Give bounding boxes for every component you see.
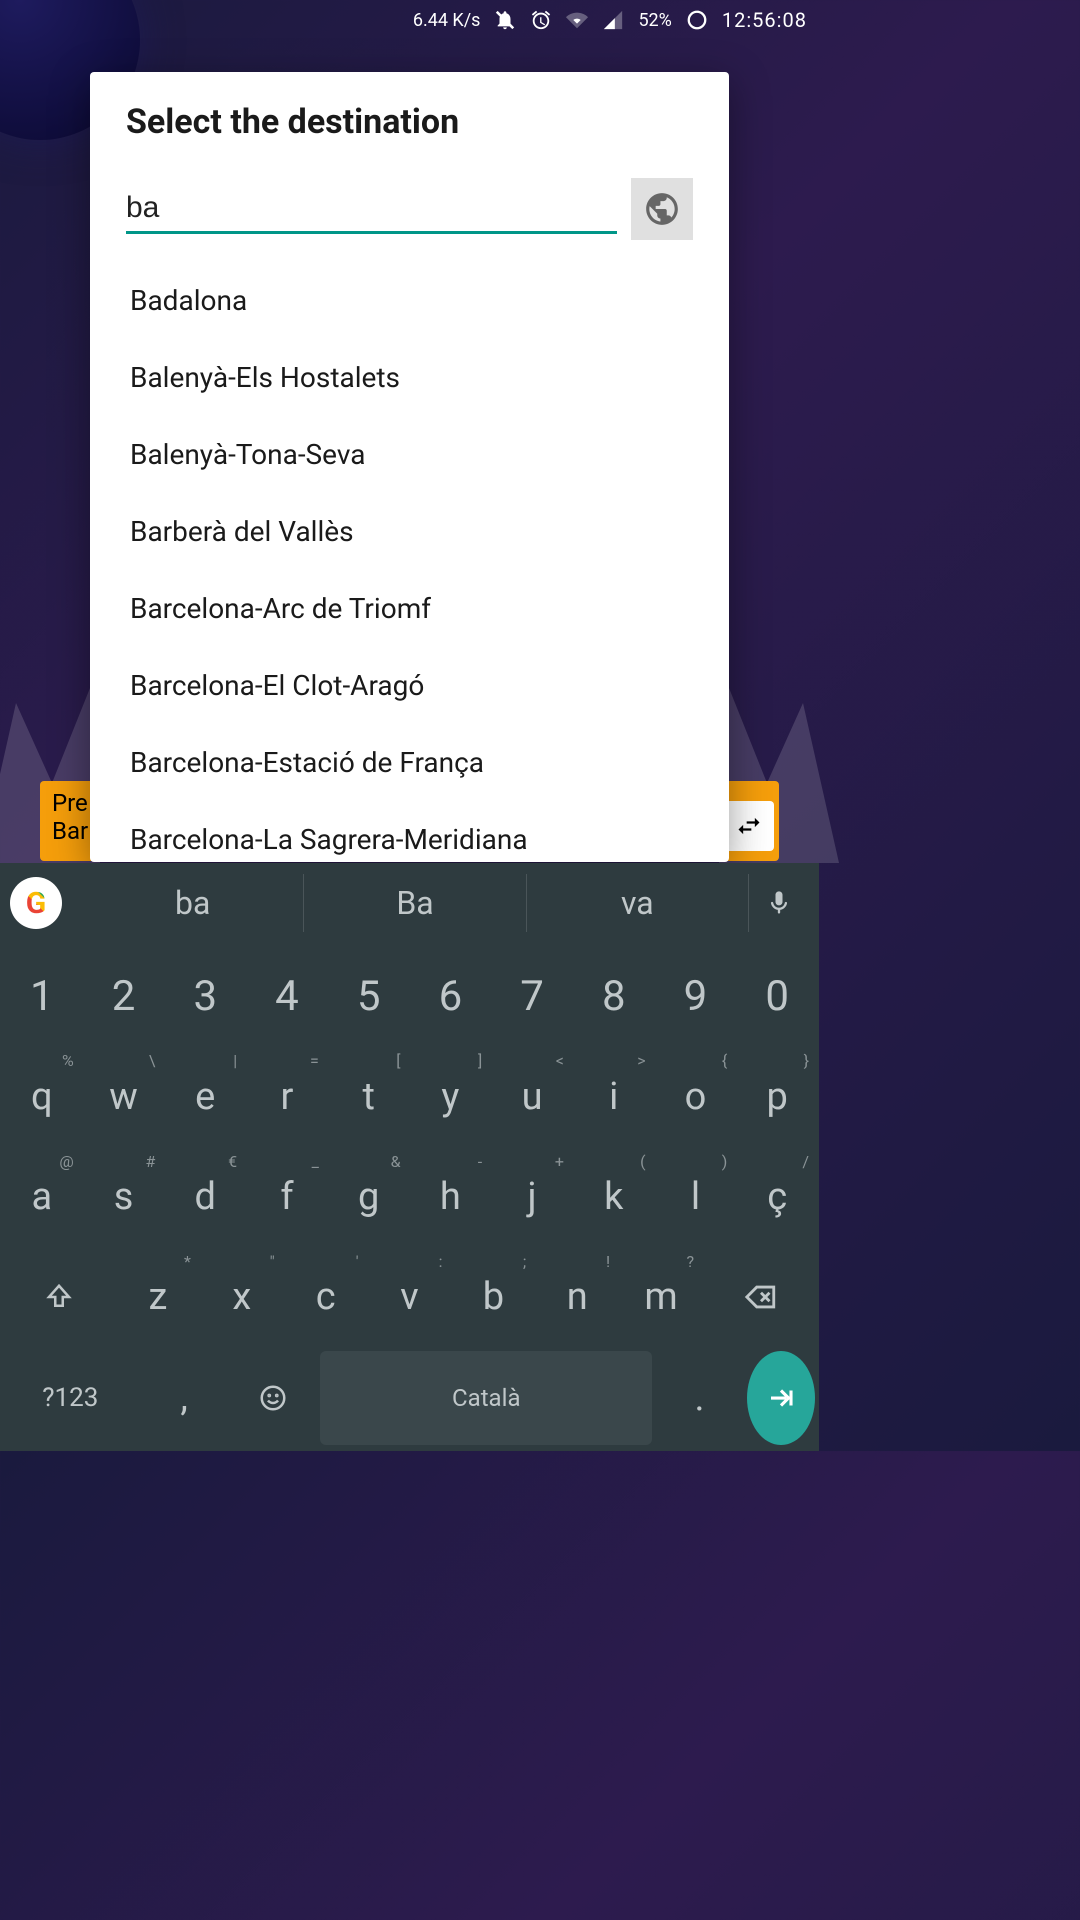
key-2[interactable]: 2: [86, 949, 162, 1043]
key-c[interactable]: 'c: [287, 1250, 365, 1344]
result-item[interactable]: Barcelona-Estació de França: [126, 724, 693, 801]
result-item[interactable]: Balenyà-Tona-Seva: [126, 416, 693, 493]
key-p[interactable]: }p: [739, 1049, 815, 1143]
key-i[interactable]: >i: [576, 1049, 652, 1143]
keyboard-row-1: %q \w |e =r [t ]y <u >i {o }p: [4, 1049, 815, 1143]
suggestion-item[interactable]: ba: [82, 874, 304, 932]
emoji-key[interactable]: [232, 1351, 315, 1445]
globe-icon: [643, 190, 681, 228]
key-5[interactable]: 5: [331, 949, 407, 1043]
backspace-key[interactable]: [706, 1250, 815, 1344]
space-key[interactable]: Català: [320, 1351, 652, 1445]
key-l[interactable]: )l: [658, 1150, 734, 1244]
notifications-muted-icon: [494, 9, 516, 31]
google-g-icon: G: [26, 886, 46, 921]
status-bar: 6.44 K/s 52% 12:56:08: [0, 0, 819, 40]
keyboard-row-bottom: ?123 , Català .: [4, 1351, 815, 1445]
key-x[interactable]: "x: [203, 1250, 281, 1344]
key-t[interactable]: [t: [331, 1049, 407, 1143]
key-4[interactable]: 4: [249, 949, 325, 1043]
key-g[interactable]: &g: [331, 1150, 407, 1244]
key-s[interactable]: #s: [86, 1150, 162, 1244]
key-f[interactable]: _f: [249, 1150, 325, 1244]
backspace-icon: [744, 1280, 778, 1314]
battery-percent: 52%: [638, 10, 671, 31]
enter-key[interactable]: [747, 1351, 815, 1445]
result-item[interactable]: Barberà del Vallès: [126, 493, 693, 570]
on-screen-keyboard: G ba Ba va 1 2 3 4 5 6 7 8 9 0 %q \w |e …: [0, 863, 819, 1451]
key-o[interactable]: {o: [658, 1049, 734, 1143]
key-9[interactable]: 9: [658, 949, 734, 1043]
keyboard-row-2: @a #s €d _f &g -h +j (k )l /ç: [4, 1150, 815, 1244]
results-list: Badalona Balenyà-Els Hostalets Balenyà-T…: [126, 262, 693, 862]
shift-key[interactable]: [4, 1250, 113, 1344]
destination-dialog: Select the destination Badalona Balenyà-…: [90, 72, 729, 862]
key-n[interactable]: !n: [538, 1250, 616, 1344]
keyboard-row-3: *z "x 'c :v ;b !n ?m: [4, 1250, 815, 1344]
key-r[interactable]: =r: [249, 1049, 325, 1143]
battery-circle-icon: [686, 9, 708, 31]
key-0[interactable]: 0: [739, 949, 815, 1043]
key-e[interactable]: |e: [167, 1049, 243, 1143]
period-key[interactable]: .: [658, 1351, 741, 1445]
cellular-signal-icon: [602, 9, 624, 31]
voice-input-button[interactable]: [749, 889, 809, 917]
key-v[interactable]: :v: [371, 1250, 449, 1344]
result-item[interactable]: Barcelona-El Clot-Aragó: [126, 647, 693, 724]
alarm-icon: [530, 9, 552, 31]
key-3[interactable]: 3: [167, 949, 243, 1043]
key-8[interactable]: 8: [576, 949, 652, 1043]
language-globe-button[interactable]: [631, 178, 693, 240]
network-speed: 6.44 K/s: [413, 10, 481, 31]
shift-icon: [44, 1282, 74, 1312]
emoji-icon: [258, 1383, 288, 1413]
key-1[interactable]: 1: [4, 949, 80, 1043]
key-y[interactable]: ]y: [413, 1049, 489, 1143]
key-h[interactable]: -h: [413, 1150, 489, 1244]
keyboard-row-numbers: 1 2 3 4 5 6 7 8 9 0: [4, 949, 815, 1043]
google-search-button[interactable]: G: [10, 877, 62, 929]
mic-icon: [765, 889, 793, 917]
suggestion-item[interactable]: va: [527, 874, 749, 932]
key-7[interactable]: 7: [494, 949, 570, 1043]
key-q[interactable]: %q: [4, 1049, 80, 1143]
clock-time: 12:56:08: [722, 8, 807, 32]
key-k[interactable]: (k: [576, 1150, 652, 1244]
key-a[interactable]: @a: [4, 1150, 80, 1244]
result-item[interactable]: Barcelona-La Sagrera-Meridiana: [126, 801, 693, 862]
key-c-cedilla[interactable]: /ç: [739, 1150, 815, 1244]
key-b[interactable]: ;b: [454, 1250, 532, 1344]
destination-search-input[interactable]: [126, 185, 617, 234]
suggestion-item[interactable]: Ba: [304, 874, 526, 932]
key-d[interactable]: €d: [167, 1150, 243, 1244]
result-item[interactable]: Balenyà-Els Hostalets: [126, 339, 693, 416]
next-icon: [766, 1383, 796, 1413]
dialog-title: Select the destination: [126, 102, 693, 142]
result-item[interactable]: Badalona: [126, 262, 693, 339]
key-j[interactable]: +j: [494, 1150, 570, 1244]
key-z[interactable]: *z: [119, 1250, 197, 1344]
comma-key[interactable]: ,: [143, 1351, 226, 1445]
key-m[interactable]: ?m: [622, 1250, 700, 1344]
keyboard-suggestions-bar: G ba Ba va: [0, 863, 819, 943]
key-u[interactable]: <u: [494, 1049, 570, 1143]
result-item[interactable]: Barcelona-Arc de Triomf: [126, 570, 693, 647]
wifi-icon: [566, 9, 588, 31]
swap-icon: [724, 801, 774, 851]
key-6[interactable]: 6: [413, 949, 489, 1043]
key-w[interactable]: \w: [86, 1049, 162, 1143]
search-row: [126, 178, 693, 240]
symbols-key[interactable]: ?123: [4, 1351, 137, 1445]
keyboard-keys: 1 2 3 4 5 6 7 8 9 0 %q \w |e =r [t ]y <u…: [0, 943, 819, 1451]
